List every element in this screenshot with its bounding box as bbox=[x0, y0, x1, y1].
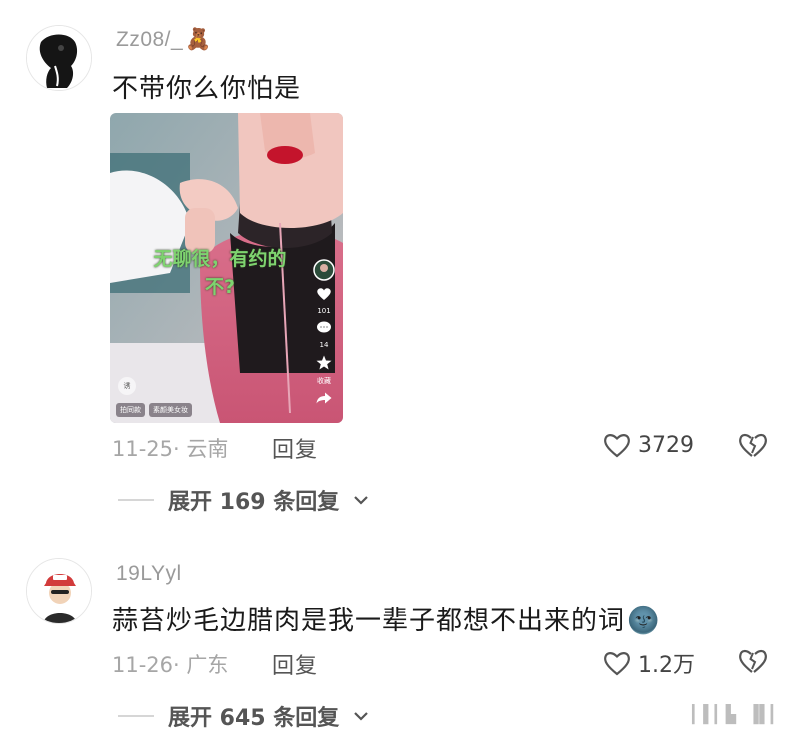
filter-name-chip: 素颜美女妆 bbox=[149, 403, 192, 417]
username-text: Zz08/_ bbox=[116, 28, 184, 51]
video-caption-line-1: 无聊很，有约的 bbox=[153, 248, 287, 270]
share-arrow-icon bbox=[316, 392, 332, 404]
heart-icon bbox=[317, 288, 331, 300]
dislike-button[interactable] bbox=[737, 431, 769, 463]
like-button[interactable]: 3729 bbox=[602, 431, 694, 459]
reply-button[interactable]: 回复 bbox=[272, 648, 318, 680]
dislike-button[interactable] bbox=[737, 647, 769, 679]
username[interactable]: 19LYyl bbox=[116, 562, 182, 586]
watermark: ▎▌▎▙ ▐▌▎ bbox=[692, 705, 782, 725]
expand-replies-button[interactable]: 展开 645 条回复 bbox=[118, 700, 369, 732]
user-avatar[interactable] bbox=[26, 558, 92, 624]
comment-text-body: 蒜苔炒毛边腊肉是我一辈子都想不出来的词 bbox=[112, 606, 626, 636]
expand-replies-button[interactable]: 展开 169 条回复 bbox=[118, 484, 369, 516]
like-button[interactable]: 1.2万 bbox=[602, 647, 695, 679]
comment-image[interactable]: 无聊很，有约的 不? 101 14 收藏 诱 拍同款 素颜美女妆 bbox=[110, 113, 343, 423]
like-count: 3729 bbox=[638, 432, 694, 458]
date-location: 11-26· 广东 bbox=[112, 653, 229, 677]
app-logo-icon: 诱 bbox=[118, 377, 136, 395]
heart-outline-icon bbox=[604, 434, 630, 458]
chevron-down-icon bbox=[354, 496, 369, 505]
expand-replies-label: 展开 645 条回复 bbox=[168, 706, 340, 731]
broken-heart-icon bbox=[739, 649, 767, 673]
video-favorite-label: 收藏 bbox=[317, 377, 331, 385]
like-count: 1.2万 bbox=[638, 653, 695, 678]
user-avatar[interactable] bbox=[26, 25, 92, 91]
chevron-down-icon bbox=[354, 712, 369, 721]
username[interactable]: Zz08/_🧸 bbox=[116, 28, 212, 52]
comment-bubble-icon bbox=[317, 321, 331, 333]
date-location: 11-25· 云南 bbox=[112, 437, 229, 461]
creator-avatar-icon bbox=[313, 259, 335, 281]
video-side-bar: 101 14 收藏 bbox=[311, 259, 337, 404]
divider-line bbox=[118, 715, 154, 717]
teddy-bear-icon: 🧸 bbox=[185, 28, 212, 51]
video-caption-line-2: 不? bbox=[204, 276, 236, 298]
star-icon bbox=[316, 355, 332, 370]
broken-heart-icon bbox=[739, 433, 767, 457]
video-tags: 拍同款 素颜美女妆 bbox=[116, 403, 192, 417]
shoot-same-chip: 拍同款 bbox=[116, 403, 145, 417]
comment-text: 蒜苔炒毛边腊肉是我一辈子都想不出来的词🌚 bbox=[112, 600, 660, 637]
video-like-count: 101 bbox=[317, 307, 331, 315]
divider-line bbox=[118, 499, 154, 501]
video-comment-count: 14 bbox=[319, 341, 329, 349]
expand-replies-label: 展开 169 条回复 bbox=[168, 490, 340, 515]
video-caption: 无聊很，有约的 不? bbox=[120, 245, 320, 301]
dark-moon-face-icon: 🌚 bbox=[627, 606, 661, 636]
comment-text: 不带你么你怕是 bbox=[112, 74, 302, 104]
reply-button[interactable]: 回复 bbox=[272, 432, 318, 464]
heart-outline-icon bbox=[604, 652, 630, 676]
